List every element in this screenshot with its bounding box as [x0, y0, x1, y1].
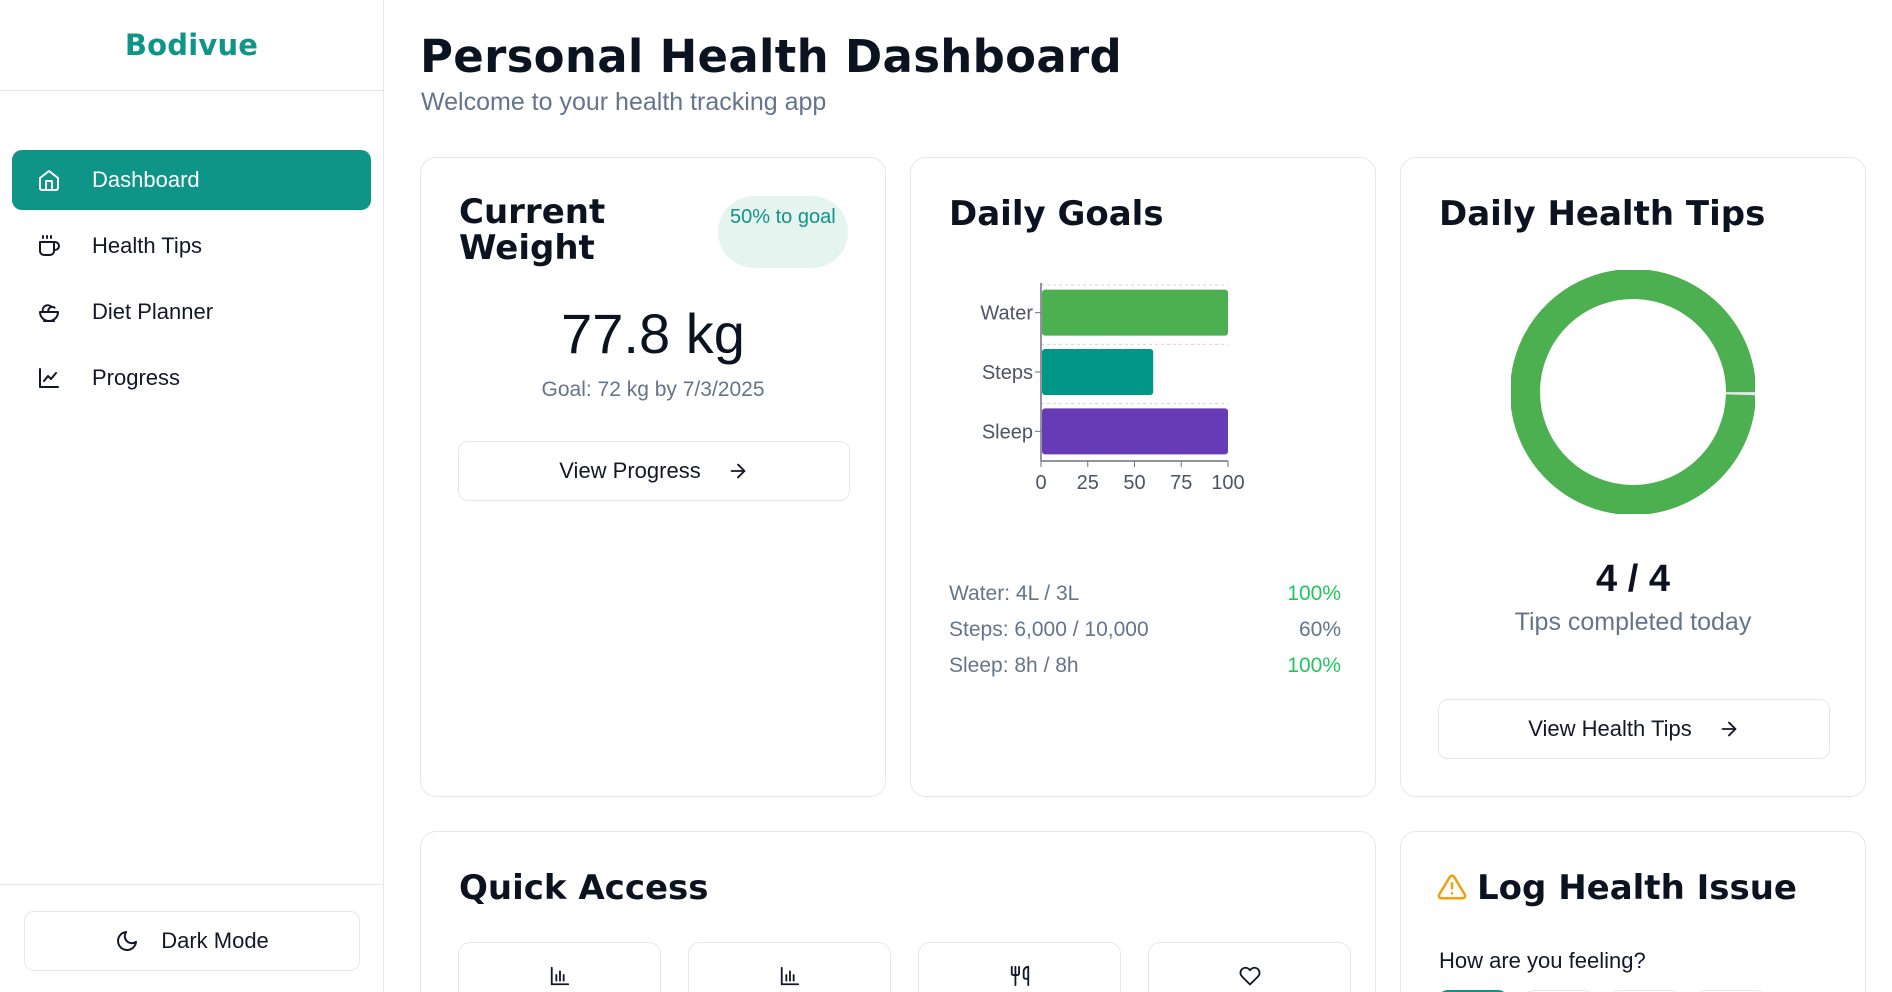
quick-access-tile[interactable]	[1148, 942, 1351, 992]
daily-goals-chart: Water Steps Sleep 0 25 50 75 100	[980, 283, 1245, 494]
sidebar-item-health-tips[interactable]: Health Tips	[12, 216, 371, 276]
line-chart-icon	[36, 365, 62, 391]
sidebar: Bodivue Dashboard Health Tips Diet Plann…	[0, 0, 384, 992]
quick-access-tile[interactable]	[918, 942, 1121, 992]
tips-count: 4 / 4	[1596, 558, 1670, 600]
card-title: Quick Access	[459, 868, 709, 908]
bar-water	[1042, 289, 1228, 336]
salad-icon	[36, 299, 62, 325]
ring-progress	[1511, 270, 1755, 514]
log-health-issue-card: Log Health Issue How are you feeling?	[1400, 831, 1866, 992]
y-tick-label: Steps	[982, 362, 1033, 384]
goal-row-percent: 100%	[1287, 582, 1341, 605]
utensils-icon	[1009, 965, 1031, 992]
goal-row-steps: Steps: 6,000 / 10,000 60%	[949, 612, 1341, 648]
sidebar-footer: Dark Mode	[0, 884, 384, 992]
heart-icon	[1239, 965, 1261, 992]
bar-chart-icon	[549, 965, 571, 992]
view-progress-button[interactable]: View Progress	[458, 441, 850, 501]
sidebar-item-progress[interactable]: Progress	[12, 348, 371, 408]
x-tick-label: 100	[1211, 472, 1244, 494]
dark-mode-label: Dark Mode	[161, 928, 269, 953]
card-title: Daily Goals	[949, 194, 1164, 234]
current-weight-card: Current Weight 50% to goal 77.8 kg Goal:…	[420, 157, 886, 797]
sidebar-item-dashboard[interactable]: Dashboard	[12, 150, 371, 210]
feeling-question: How are you feeling?	[1439, 948, 1646, 973]
goal-row-water: Water: 4L / 3L 100%	[949, 576, 1341, 612]
brand-logo-text[interactable]: Bodivue	[125, 28, 258, 62]
sidebar-item-label: Health Tips	[92, 233, 203, 258]
goal-row-label: Water: 4L / 3L	[949, 582, 1080, 605]
x-tick-label: 0	[1035, 472, 1046, 494]
button-label: View Health Tips	[1528, 716, 1692, 741]
moon-icon	[115, 929, 139, 953]
dark-mode-button[interactable]: Dark Mode	[24, 911, 360, 971]
x-tick-label: 25	[1077, 472, 1099, 494]
sidebar-nav: Dashboard Health Tips Diet Planner Progr…	[12, 150, 371, 414]
quick-access-card: Quick Access	[420, 831, 1376, 992]
sidebar-item-label: Dashboard	[92, 167, 200, 192]
goal-progress-badge: 50% to goal	[718, 196, 848, 268]
daily-health-tips-card: Daily Health Tips 4 / 4 Tips completed t…	[1400, 157, 1866, 797]
brand-header: Bodivue	[0, 0, 383, 91]
goal-row-percent: 60%	[1298, 618, 1341, 641]
quick-access-tile[interactable]	[688, 942, 891, 992]
view-health-tips-button[interactable]: View Health Tips	[1438, 699, 1830, 759]
bar-chart-icon	[779, 965, 801, 992]
goal-row-label: Steps: 6,000 / 10,000	[949, 618, 1149, 641]
arrow-right-icon	[727, 460, 749, 482]
warning-icon	[1437, 872, 1467, 907]
coffee-icon	[36, 233, 62, 259]
quick-access-tile[interactable]	[458, 942, 661, 992]
goal-row-sleep: Sleep: 8h / 8h 100%	[949, 648, 1341, 684]
card-title: Log Health Issue	[1477, 868, 1797, 908]
tips-progress-ring	[1511, 270, 1755, 514]
bar-steps	[1042, 349, 1154, 395]
bar-sleep	[1042, 408, 1228, 455]
goal-row-percent: 100%	[1287, 654, 1341, 677]
current-weight-value: 77.8 kg	[561, 302, 745, 365]
x-tick-label: 50	[1123, 472, 1145, 494]
daily-goals-card: Daily Goals Water Steps Sleep 0 25 50 75 100 Wa…	[910, 157, 1376, 797]
page-title: Personal Health Dashboard	[420, 30, 1123, 83]
card-title: Daily Health Tips	[1439, 194, 1766, 234]
home-icon	[36, 167, 62, 193]
sidebar-item-label: Progress	[92, 365, 181, 390]
goal-summary-list: Water: 4L / 3L 100% Steps: 6,000 / 10,00…	[949, 576, 1341, 684]
goal-row-label: Sleep: 8h / 8h	[949, 654, 1079, 677]
sidebar-item-label: Diet Planner	[92, 299, 214, 324]
button-label: View Progress	[559, 458, 701, 483]
weight-goal-text: Goal: 72 kg by 7/3/2025	[541, 378, 765, 401]
page-subtitle: Welcome to your health tracking app	[421, 88, 827, 116]
y-tick-label: Sleep	[982, 421, 1033, 443]
y-tick-label: Water	[980, 303, 1033, 325]
card-title: Current Weight	[459, 192, 606, 268]
arrow-right-icon	[1718, 718, 1740, 740]
tips-label: Tips completed today	[1514, 608, 1752, 636]
x-tick-label: 75	[1170, 472, 1192, 494]
sidebar-item-diet-planner[interactable]: Diet Planner	[12, 282, 371, 342]
